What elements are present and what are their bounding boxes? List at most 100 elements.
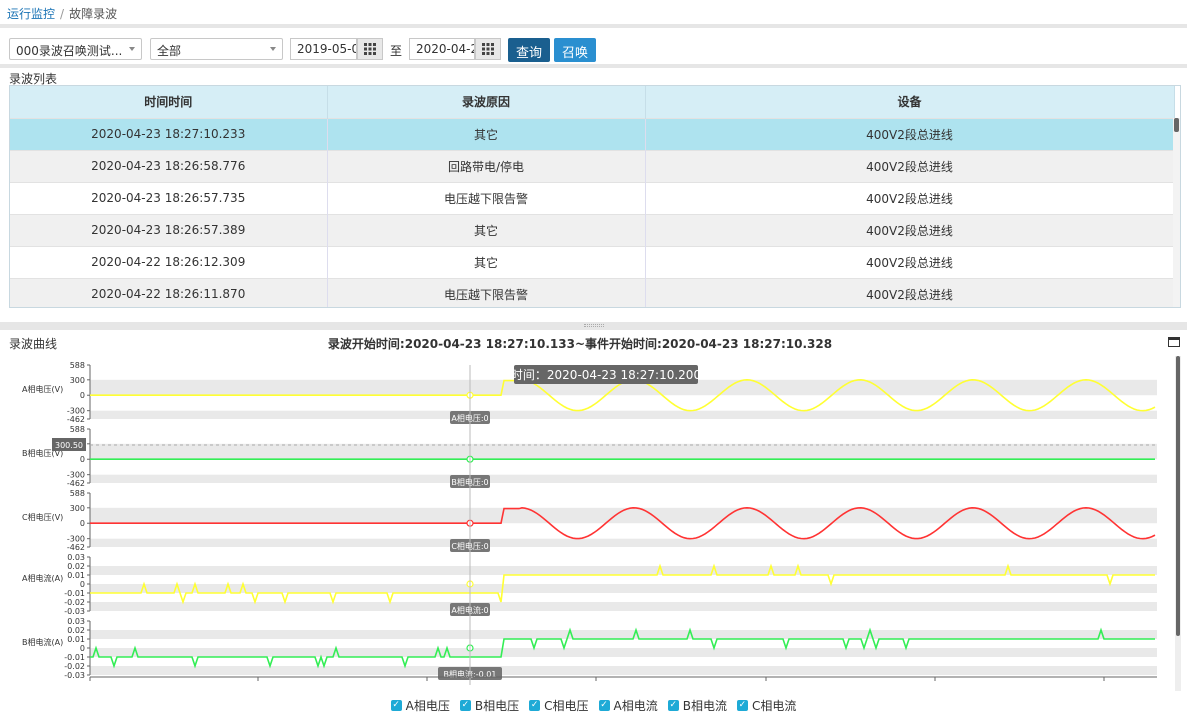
check-icon: ✓ xyxy=(598,699,610,711)
breadcrumb-separator: / xyxy=(60,7,65,21)
y-tick-label: 0 xyxy=(80,644,85,653)
y-tick-label: 0.01 xyxy=(67,571,85,580)
y-tick-label: 0.03 xyxy=(67,553,85,562)
query-button[interactable]: 查询 xyxy=(508,38,551,62)
chart-legend: ✓ A相电压 ✓ B相电压 ✓ C相电压 ✓ A相电流 ✓ B相电流 ✓ C相电流 xyxy=(0,695,1187,715)
column-header-time[interactable]: 时间时间 xyxy=(10,86,328,118)
column-header-device[interactable]: 设备 xyxy=(645,86,1175,118)
curve-header: 录波开始时间:2020-04-23 18:27:10.133~事件开始时间:20… xyxy=(327,337,833,351)
cell-reason: 其它 xyxy=(327,213,646,246)
breadcrumb-current: 故障录波 xyxy=(69,7,118,21)
y-tick-label: 588 xyxy=(70,425,85,434)
series-axis-label: A相电压(V) xyxy=(22,384,63,394)
legend-item[interactable]: ✓ A相电流 xyxy=(598,695,658,715)
cell-device: 400V2段总进线 xyxy=(645,277,1175,307)
check-icon: ✓ xyxy=(736,699,748,711)
breadcrumb: 运行监控 / 故障录波 xyxy=(0,0,1187,28)
start-date-input[interactable]: 2019-05-0 xyxy=(290,38,357,60)
y-tick-label: -0.01 xyxy=(64,653,85,662)
cell-reason: 电压越下限告警 xyxy=(327,181,646,214)
legend-item[interactable]: ✓ B相电流 xyxy=(667,695,727,715)
chart-band xyxy=(90,630,1157,639)
check-icon: ✓ xyxy=(459,699,471,711)
waveform-chart[interactable]: 5883000-300-462A相电压(V)A相电压:05883000-300-… xyxy=(0,355,1187,695)
call-button[interactable]: 召唤 xyxy=(554,38,597,62)
tooltip-text: 时间：2020-04-23 18:27:10.200 xyxy=(511,368,701,382)
column-header-reason[interactable]: 录波原因 xyxy=(327,86,646,118)
cell-time: 2020-04-23 18:26:57.735 xyxy=(10,181,328,214)
drag-grip-icon xyxy=(584,324,604,327)
chart-band xyxy=(90,602,1157,611)
end-date-input[interactable]: 2020-04-2 xyxy=(409,38,475,60)
y-tick-label: 0 xyxy=(80,519,85,528)
y-tick-label: 588 xyxy=(70,489,85,498)
y-tick-label: 300 xyxy=(70,376,85,385)
table-row[interactable]: 2020-04-23 18:26:57.735 电压越下限告警 400V2段总进… xyxy=(10,181,1175,214)
table-header-row: 时间时间 录波原因 设备 xyxy=(10,86,1175,118)
cell-reason: 其它 xyxy=(327,117,646,150)
table-row[interactable]: 2020-04-22 18:26:11.870 电压越下限告警 400V2段总进… xyxy=(10,277,1175,307)
cell-time: 2020-04-23 18:27:10.233 xyxy=(10,117,328,150)
breadcrumb-parent-link[interactable]: 运行监控 xyxy=(7,7,55,21)
check-icon: ✓ xyxy=(667,699,679,711)
legend-item[interactable]: ✓ C相电压 xyxy=(529,695,589,715)
y-tick-label: -0.02 xyxy=(64,598,85,607)
series-axis-label: A相电流(A) xyxy=(22,573,63,583)
chart-band xyxy=(90,566,1157,575)
chart-band xyxy=(90,538,1157,547)
cell-device: 400V2段总进线 xyxy=(645,149,1175,182)
legend-item[interactable]: ✓ C相电流 xyxy=(736,695,797,715)
start-calendar-button[interactable] xyxy=(357,38,383,60)
series-axis-label: C相电压(V) xyxy=(22,512,63,522)
table-row[interactable]: 2020-04-23 18:26:58.776 回路带电/停电 400V2段总进… xyxy=(10,149,1175,182)
scrollbar-thumb[interactable] xyxy=(1174,118,1179,132)
device-select-value: 000录波召唤测试... xyxy=(16,44,123,58)
cell-device: 400V2段总进线 xyxy=(645,181,1175,214)
chart-band xyxy=(90,666,1157,675)
cell-reason: 回路带电/停电 xyxy=(327,149,646,182)
y-tick-label: 0 xyxy=(80,391,85,400)
legend-item[interactable]: ✓ B相电压 xyxy=(459,695,520,715)
chart-band xyxy=(90,474,1157,483)
table-scrollbar[interactable] xyxy=(1173,118,1180,307)
divider xyxy=(0,64,1187,68)
cell-device: 400V2段总进线 xyxy=(645,245,1175,278)
chart-band xyxy=(90,648,1157,657)
maximize-icon[interactable] xyxy=(1168,337,1180,347)
cell-time: 2020-04-22 18:26:12.309 xyxy=(10,245,328,278)
pointer-value-label: 300.50 xyxy=(55,441,83,450)
legend-item[interactable]: ✓ A相电压 xyxy=(390,695,450,715)
reason-type-select-value: 全部 xyxy=(157,44,182,58)
y-tick-label: -462 xyxy=(67,415,85,424)
y-tick-label: 0.02 xyxy=(67,626,85,635)
cell-time: 2020-04-22 18:26:11.870 xyxy=(10,277,328,307)
calendar-grid-icon xyxy=(364,43,376,55)
calendar-grid-icon xyxy=(482,43,494,55)
chevron-down-icon xyxy=(270,47,276,51)
table-row[interactable]: 2020-04-22 18:26:12.309 其它 400V2段总进线 xyxy=(10,245,1175,278)
cell-device: 400V2段总进线 xyxy=(645,117,1175,150)
y-tick-label: -0.01 xyxy=(64,589,85,598)
legend-label: C相电流 xyxy=(751,698,797,713)
table-row[interactable]: 2020-04-23 18:26:57.389 其它 400V2段总进线 xyxy=(10,213,1175,246)
y-tick-label: 0 xyxy=(80,455,85,464)
y-tick-label: -0.03 xyxy=(64,671,85,680)
end-calendar-button[interactable] xyxy=(475,38,501,60)
y-tick-label: 0.03 xyxy=(67,617,85,626)
date-range-to-label: 至 xyxy=(390,44,403,58)
legend-label: A相电压 xyxy=(405,698,450,713)
cell-reason: 其它 xyxy=(327,245,646,278)
legend-label: B相电流 xyxy=(682,698,727,713)
cell-time: 2020-04-23 18:26:57.389 xyxy=(10,213,328,246)
table-row[interactable]: 2020-04-23 18:27:10.233 其它 400V2段总进线 xyxy=(10,117,1175,150)
y-tick-label: 588 xyxy=(70,361,85,370)
panel-splitter[interactable] xyxy=(0,322,1187,330)
chart-band xyxy=(90,410,1157,419)
legend-label: B相电压 xyxy=(474,698,520,713)
y-tick-label: -462 xyxy=(67,479,85,488)
reason-type-select[interactable]: 全部 xyxy=(150,38,283,60)
device-select[interactable]: 000录波召唤测试... xyxy=(9,38,142,60)
y-tick-label: 0.01 xyxy=(67,635,85,644)
filter-toolbar: 000录波召唤测试... 全部 2019-05-0 至 2020-04-2 查询… xyxy=(0,32,1187,66)
series-axis-label: B相电流(A) xyxy=(22,637,63,647)
